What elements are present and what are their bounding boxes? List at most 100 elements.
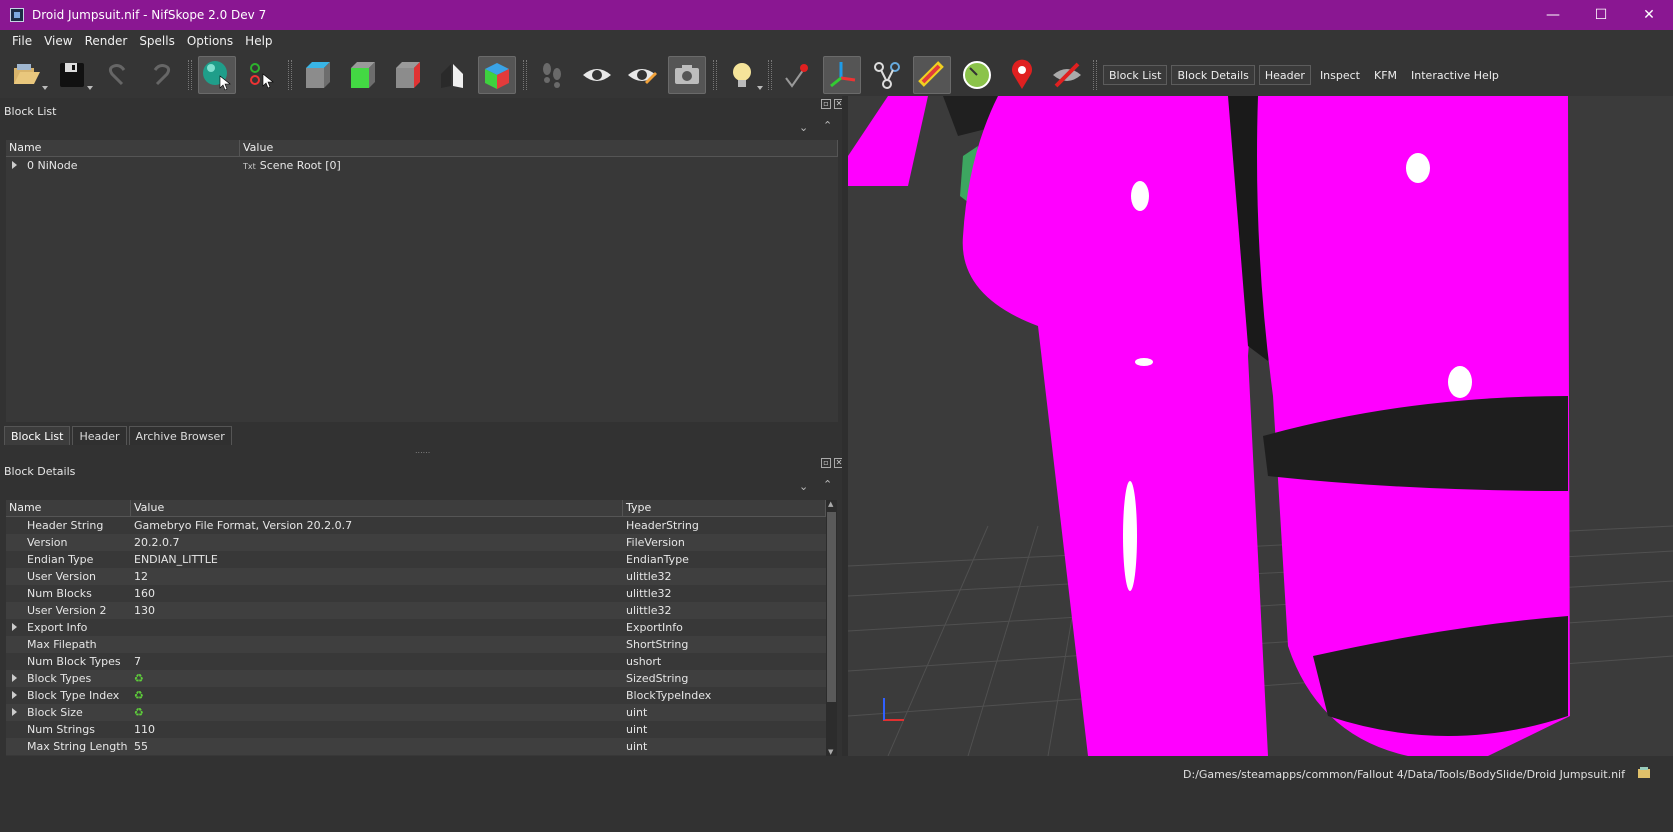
view-front-button[interactable] <box>343 56 381 94</box>
table-row[interactable]: Export Info ExportInfo <box>6 619 826 636</box>
flip-view-button[interactable] <box>433 56 471 94</box>
toolbar-link-block-details[interactable]: Block Details <box>1171 65 1255 85</box>
table-row[interactable]: Block Types ♻ SizedString <box>6 670 826 687</box>
expand-arrow-icon[interactable] <box>12 674 17 682</box>
table-row[interactable]: Num Block Types 7 ushort <box>6 653 826 670</box>
column-name[interactable]: Name <box>6 500 131 516</box>
expand-arrow-icon[interactable] <box>12 161 17 169</box>
menu-file[interactable]: File <box>6 34 38 48</box>
tab-header[interactable]: Header <box>72 426 127 445</box>
table-row[interactable]: Num Strings 110 uint <box>6 721 826 738</box>
show-axes-button[interactable] <box>823 56 861 94</box>
row-value[interactable]: ♻ <box>131 704 623 721</box>
walk-mode-button[interactable] <box>533 56 571 94</box>
menu-help[interactable]: Help <box>239 34 278 48</box>
tab-block-list[interactable]: Block List <box>4 426 71 445</box>
menu-render[interactable]: Render <box>79 34 134 48</box>
column-value[interactable]: Value <box>131 500 623 516</box>
row-value[interactable] <box>131 636 623 653</box>
view-top-button[interactable] <box>298 56 336 94</box>
row-value[interactable] <box>131 619 623 636</box>
table-row[interactable]: Block Size ♻ uint <box>6 704 826 721</box>
toolbar-link-inspect[interactable]: Inspect <box>1315 65 1365 85</box>
row-value[interactable]: 110 <box>131 721 623 738</box>
scrollbar-thumb[interactable] <box>827 512 836 702</box>
save-button[interactable] <box>53 56 93 94</box>
row-value[interactable]: ♻ <box>131 687 623 704</box>
table-row[interactable]: Header String Gamebryo File Format, Versi… <box>6 517 826 534</box>
table-row[interactable]: Num Blocks 160 ulittle32 <box>6 585 826 602</box>
toolbar-link-kfm[interactable]: KFM <box>1369 65 1402 85</box>
collapse-all-icon[interactable]: ⌄ <box>799 480 808 493</box>
expand-all-icon[interactable]: ⌃ <box>823 478 832 491</box>
row-value[interactable]: 7 <box>131 653 623 670</box>
row-name: Num Block Types <box>27 655 121 668</box>
redo-button[interactable] <box>143 56 181 94</box>
block-details-tree: Name Value Type Header String Gamebryo Fi… <box>6 500 826 756</box>
table-row[interactable]: Endian Type ENDIAN_LITTLE EndianType <box>6 551 826 568</box>
table-row[interactable]: Block Type Index ♻ BlockTypeIndex <box>6 687 826 704</box>
screenshot-button[interactable] <box>668 56 706 94</box>
column-type[interactable]: Type <box>623 500 826 516</box>
table-row[interactable]: Max String Length 55 uint <box>6 738 826 755</box>
render-viewport[interactable] <box>848 96 1673 756</box>
show-havok-button[interactable] <box>913 56 951 94</box>
row-value[interactable]: 160 <box>131 585 623 602</box>
user-view-button[interactable] <box>478 56 516 94</box>
table-row[interactable]: User Version 12 ulittle32 <box>6 568 826 585</box>
toolbar-link-block-list[interactable]: Block List <box>1103 65 1168 85</box>
row-name: Max Filepath <box>27 638 97 651</box>
tab-archive-browser[interactable]: Archive Browser <box>128 426 232 445</box>
row-value: Scene Root [0] <box>259 159 341 172</box>
table-row[interactable]: Version 20.2.0.7 FileVersion <box>6 534 826 551</box>
collapse-all-icon[interactable]: ⌄ <box>799 121 808 134</box>
row-value[interactable]: 20.2.0.7 <box>131 534 623 551</box>
show-selected-button[interactable] <box>623 56 661 94</box>
toolbar-link-interactive-help[interactable]: Interactive Help <box>1406 65 1504 85</box>
column-name[interactable]: Name <box>6 140 240 156</box>
row-value[interactable]: 130 <box>131 602 623 619</box>
show-hidden-button[interactable] <box>578 56 616 94</box>
hide-markers-button[interactable] <box>1048 56 1086 94</box>
row-value[interactable]: ♻ <box>131 670 623 687</box>
select-vertex-button[interactable] <box>243 56 281 94</box>
menu-options[interactable]: Options <box>181 34 239 48</box>
expand-arrow-icon[interactable] <box>12 708 17 716</box>
expand-arrow-icon[interactable] <box>12 691 17 699</box>
row-type: HeaderString <box>626 519 699 532</box>
maximize-button[interactable]: ☐ <box>1577 0 1625 30</box>
view-side-button[interactable] <box>388 56 426 94</box>
menu-view[interactable]: View <box>38 34 78 48</box>
splitter-handle[interactable]: ...... <box>415 446 430 455</box>
float-dock-button[interactable]: ▫ <box>821 99 831 109</box>
row-type: uint <box>626 706 648 719</box>
scroll-up-icon[interactable]: ▲ <box>828 500 833 508</box>
show-nodes-button[interactable] <box>778 56 816 94</box>
menu-spells[interactable]: Spells <box>133 34 181 48</box>
row-value[interactable]: 12 <box>131 568 623 585</box>
show-furniture-button[interactable] <box>958 56 996 94</box>
show-markers-button[interactable] <box>1003 56 1041 94</box>
minimize-button[interactable]: — <box>1529 0 1577 30</box>
row-value[interactable]: 55 <box>131 738 623 755</box>
close-button[interactable]: ✕ <box>1625 0 1673 30</box>
table-row[interactable]: User Version 2 130 ulittle32 <box>6 602 826 619</box>
scroll-down-icon[interactable]: ▼ <box>828 748 833 756</box>
undo-button[interactable] <box>98 56 136 94</box>
column-value[interactable]: Value <box>240 140 838 156</box>
table-row[interactable]: Max Filepath ShortString <box>6 636 826 653</box>
row-value[interactable]: Gamebryo File Format, Version 20.2.0.7 <box>131 517 623 534</box>
expand-arrow-icon[interactable] <box>12 623 17 631</box>
row-value[interactable]: ENDIAN_LITTLE <box>131 551 623 568</box>
toolbar-link-header[interactable]: Header <box>1258 65 1311 85</box>
show-constraints-button[interactable] <box>868 56 906 94</box>
expand-all-icon[interactable]: ⌃ <box>823 119 832 132</box>
undo-icon <box>108 64 126 86</box>
details-scrollbar[interactable]: ▲ ▼ <box>826 500 837 756</box>
select-object-button[interactable] <box>198 56 236 94</box>
camera-icon <box>675 65 699 84</box>
tree-row[interactable]: 0 NiNode Txt Scene Root [0] <box>6 157 838 174</box>
lighting-button[interactable] <box>723 56 763 94</box>
float-dock-button[interactable]: ▫ <box>821 458 831 468</box>
open-button[interactable] <box>8 56 48 94</box>
